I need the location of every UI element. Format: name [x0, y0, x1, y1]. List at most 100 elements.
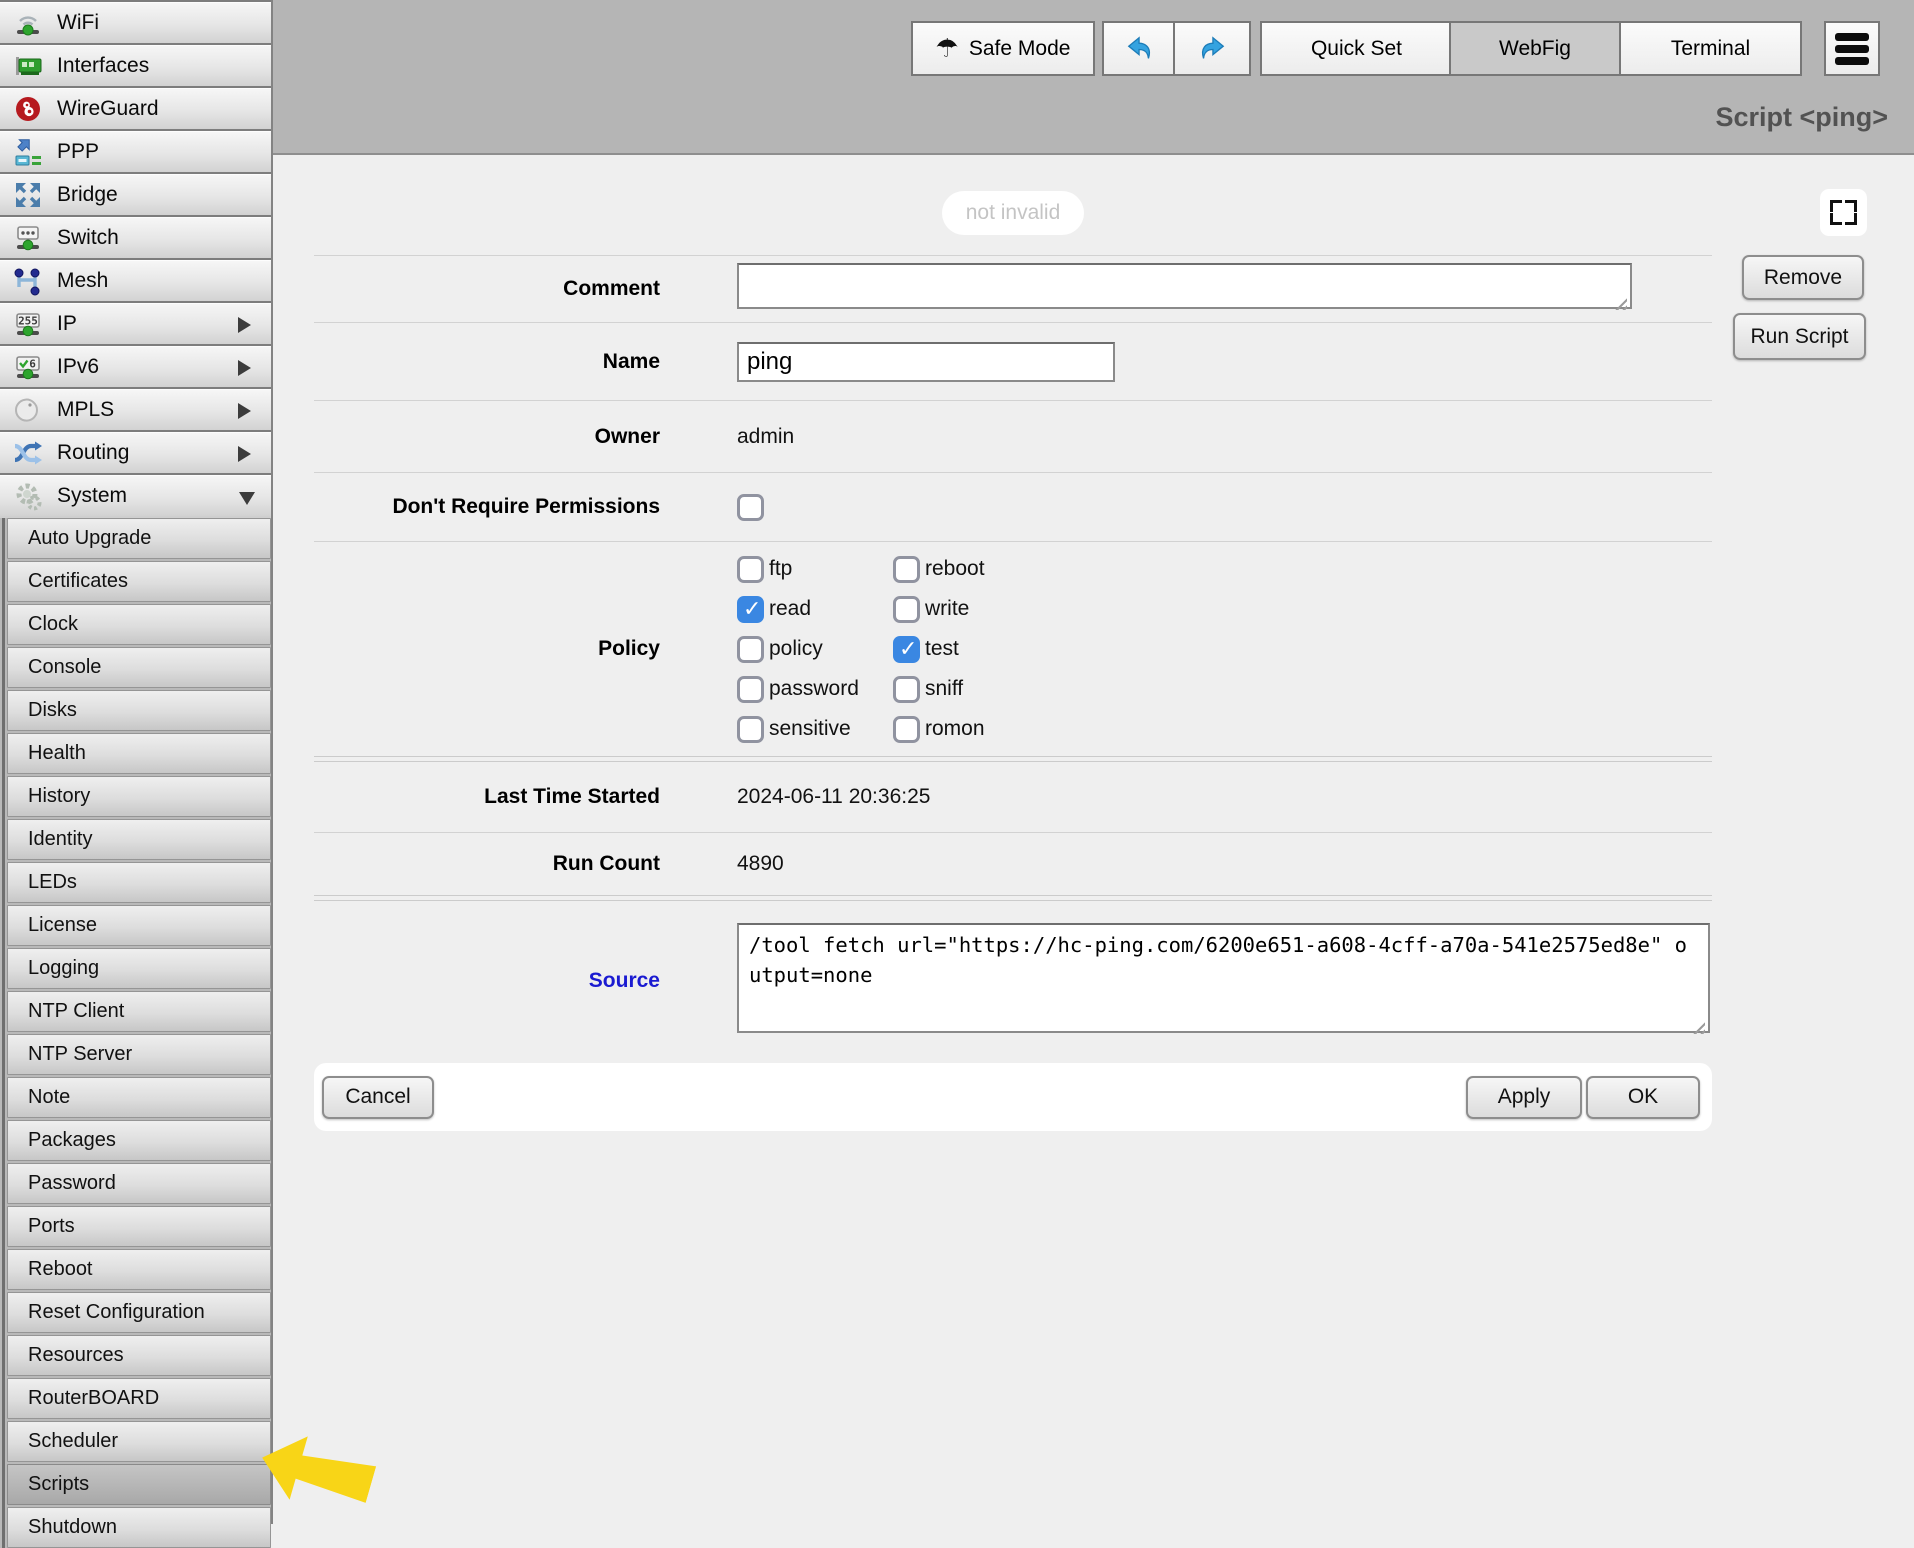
sidebar-item-note[interactable]: Note — [7, 1077, 271, 1118]
fullscreen-icon — [1830, 200, 1842, 212]
policy-checkbox-test[interactable] — [893, 636, 920, 663]
cancel-button[interactable]: Cancel — [322, 1076, 434, 1119]
dont-require-permissions-checkbox[interactable] — [737, 494, 764, 521]
sidebar-item-switch[interactable]: Switch — [0, 217, 271, 258]
script-form: not invalid Comment Name Owner admin — [314, 155, 1712, 1131]
policy-checkbox-romon[interactable] — [893, 716, 920, 743]
sidebar-item-system[interactable]: System — [0, 475, 271, 516]
sidebar-item-history[interactable]: History — [7, 776, 271, 817]
sidebar-item-auto-upgrade[interactable]: Auto Upgrade — [7, 518, 271, 559]
source-label[interactable]: Source — [314, 969, 660, 993]
policy-checkbox-reboot[interactable] — [893, 556, 920, 583]
sidebar-item-label: IPv6 — [57, 355, 99, 379]
mesh-icon — [12, 265, 44, 297]
policy-checkbox-write[interactable] — [893, 596, 920, 623]
sidebar-item-packages[interactable]: Packages — [7, 1120, 271, 1161]
fullscreen-button[interactable] — [1820, 189, 1867, 236]
sidebar-item-label: Reset Configuration — [28, 1301, 205, 1324]
chevron-down-icon — [239, 492, 255, 505]
mpls-icon — [12, 394, 44, 426]
ok-button[interactable]: OK — [1586, 1076, 1700, 1119]
sidebar-item-label: Reboot — [28, 1258, 93, 1281]
sidebar-item-ntp-client[interactable]: NTP Client — [7, 991, 271, 1032]
sidebar-item-disks[interactable]: Disks — [7, 690, 271, 731]
sidebar-item-label: IP — [57, 312, 77, 336]
source-input[interactable]: /tool fetch url="https://hc-ping.com/620… — [737, 923, 1710, 1033]
sidebar-item-ip[interactable]: IP — [0, 303, 271, 344]
sidebar-item-label: Console — [28, 656, 101, 679]
sidebar-item-label: Mesh — [57, 269, 108, 293]
sidebar-item-shutdown[interactable]: Shutdown — [7, 1507, 271, 1548]
owner-label: Owner — [314, 425, 660, 449]
sidebar-item-scheduler[interactable]: Scheduler — [7, 1421, 271, 1462]
comment-input[interactable] — [737, 263, 1632, 309]
name-input[interactable] — [737, 342, 1115, 382]
sidebar-item-label: Identity — [28, 828, 92, 851]
chevron-right-icon — [238, 360, 251, 376]
remove-button[interactable]: Remove — [1742, 255, 1864, 300]
sidebar-item-logging[interactable]: Logging — [7, 948, 271, 989]
sidebar-item-mesh[interactable]: Mesh — [0, 260, 271, 301]
sidebar-item-ntp-server[interactable]: NTP Server — [7, 1034, 271, 1075]
wireguard-icon — [12, 93, 44, 125]
sidebar-item-certificates[interactable]: Certificates — [7, 561, 271, 602]
sidebar-item-clock[interactable]: Clock — [7, 604, 271, 645]
sidebar-item-license[interactable]: License — [7, 905, 271, 946]
sidebar-item-wifi[interactable]: WiFi — [0, 2, 271, 43]
tab-webfig[interactable]: WebFig — [1449, 21, 1621, 76]
policy-checkbox-ftp[interactable] — [737, 556, 764, 583]
sidebar-item-reset-configuration[interactable]: Reset Configuration — [7, 1292, 271, 1333]
policy-checkbox-sniff[interactable] — [893, 676, 920, 703]
sidebar-item-password[interactable]: Password — [7, 1163, 271, 1204]
sidebar-item-routerboard[interactable]: RouterBOARD — [7, 1378, 271, 1419]
sidebar-item-ports[interactable]: Ports — [7, 1206, 271, 1247]
apply-button[interactable]: Apply — [1466, 1076, 1582, 1119]
comment-label: Comment — [314, 277, 660, 301]
bridge-icon — [12, 179, 44, 211]
sidebar-item-label: NTP Server — [28, 1043, 132, 1066]
redo-button[interactable] — [1173, 21, 1251, 76]
undo-arrow-icon — [1125, 34, 1155, 64]
sidebar-item-label: Bridge — [57, 183, 118, 207]
run-script-button[interactable]: Run Script — [1733, 313, 1866, 360]
undo-button[interactable] — [1102, 21, 1177, 76]
policy-checkbox-policy[interactable] — [737, 636, 764, 663]
dont-require-permissions-label: Don't Require Permissions — [314, 495, 660, 519]
sidebar-item-wireguard[interactable]: WireGuard — [0, 88, 271, 129]
sidebar-item-label: Routing — [57, 441, 129, 465]
top-toolbar-band: ☂ Safe Mode Quick Set WebFig Terminal Sc… — [273, 0, 1914, 155]
sidebar-item-reboot[interactable]: Reboot — [7, 1249, 271, 1290]
safe-mode-button[interactable]: ☂ Safe Mode — [911, 21, 1095, 76]
sidebar-item-console[interactable]: Console — [7, 647, 271, 688]
sidebar-item-label: MPLS — [57, 398, 114, 422]
hamburger-menu-button[interactable] — [1824, 21, 1880, 76]
sidebar-item-label: System — [57, 484, 127, 508]
tab-quick-set[interactable]: Quick Set — [1260, 21, 1453, 76]
sidebar-item-leds[interactable]: LEDs — [7, 862, 271, 903]
policy-checkbox-sensitive[interactable] — [737, 716, 764, 743]
policy-label: Policy — [314, 637, 660, 661]
policy-option-label: romon — [925, 717, 985, 741]
sidebar-item-identity[interactable]: Identity — [7, 819, 271, 860]
policy-option-label: policy — [769, 637, 823, 661]
sidebar-item-interfaces[interactable]: Interfaces — [0, 45, 271, 86]
policy-checkbox-read[interactable] — [737, 596, 764, 623]
sidebar-item-health[interactable]: Health — [7, 733, 271, 774]
sidebar-item-bridge[interactable]: Bridge — [0, 174, 271, 215]
sidebar-item-label: Disks — [28, 699, 77, 722]
ip-icon — [12, 308, 44, 340]
sidebar-item-scripts[interactable]: Scripts — [7, 1464, 271, 1505]
sidebar-item-mpls[interactable]: MPLS — [0, 389, 271, 430]
sidebar-item-resources[interactable]: Resources — [7, 1335, 271, 1376]
sidebar-item-label: Packages — [28, 1129, 116, 1152]
ppp-icon — [12, 136, 44, 168]
sidebar-item-ipv6[interactable]: IPv6 — [0, 346, 271, 387]
sidebar-item-label: Clock — [28, 613, 78, 636]
tab-terminal[interactable]: Terminal — [1619, 21, 1802, 76]
policy-checkbox-password[interactable] — [737, 676, 764, 703]
sidebar-item-ppp[interactable]: PPP — [0, 131, 271, 172]
sidebar-item-label: Scripts — [28, 1473, 89, 1496]
chevron-right-icon — [238, 317, 251, 333]
sidebar-item-label: PPP — [57, 140, 99, 164]
sidebar-item-routing[interactable]: Routing — [0, 432, 271, 473]
